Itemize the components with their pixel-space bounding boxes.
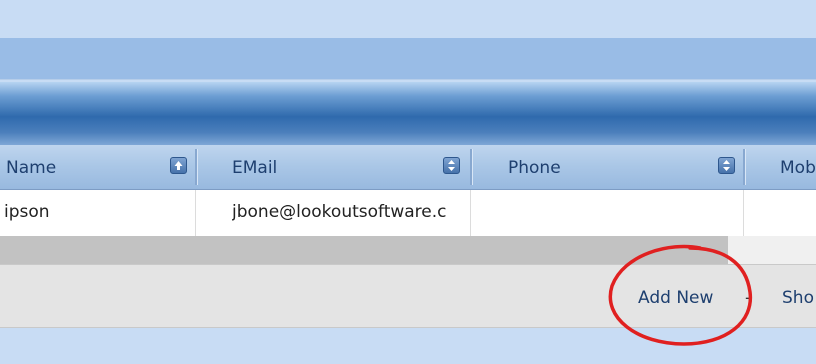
table-row[interactable]: ipson jbone@lookoutsoftware.c xyxy=(0,190,816,236)
toolbar-band xyxy=(0,38,816,80)
cell-email[interactable]: jbone@lookoutsoftware.c xyxy=(196,190,470,236)
highlight-circle-annotation xyxy=(608,244,753,346)
cell-mobile[interactable] xyxy=(744,190,816,236)
grid-title-bar xyxy=(0,82,816,145)
cell-name[interactable]: ipson xyxy=(0,190,195,236)
show-link[interactable]: Sho xyxy=(782,288,814,308)
top-background-band xyxy=(0,0,816,38)
column-header-email-label: EMail xyxy=(232,158,278,178)
cell-email-text: jbone@lookoutsoftware.c xyxy=(232,202,447,222)
sort-both-icon[interactable] xyxy=(443,157,460,174)
grid-header-row: Name EMail Phone Mob xyxy=(0,145,816,190)
cell-phone[interactable] xyxy=(471,190,743,236)
column-header-mobile[interactable]: Mob xyxy=(746,145,816,189)
sort-ascending-icon[interactable] xyxy=(170,157,187,174)
cell-name-text: ipson xyxy=(4,202,50,222)
column-header-phone[interactable]: Phone xyxy=(473,145,743,189)
column-header-phone-label: Phone xyxy=(508,158,561,178)
column-header-name-label: Name xyxy=(6,158,57,178)
column-header-mobile-label: Mob xyxy=(780,158,816,178)
sort-both-icon[interactable] xyxy=(718,157,735,174)
column-header-name[interactable]: Name xyxy=(0,145,195,189)
column-header-email[interactable]: EMail xyxy=(198,145,470,189)
